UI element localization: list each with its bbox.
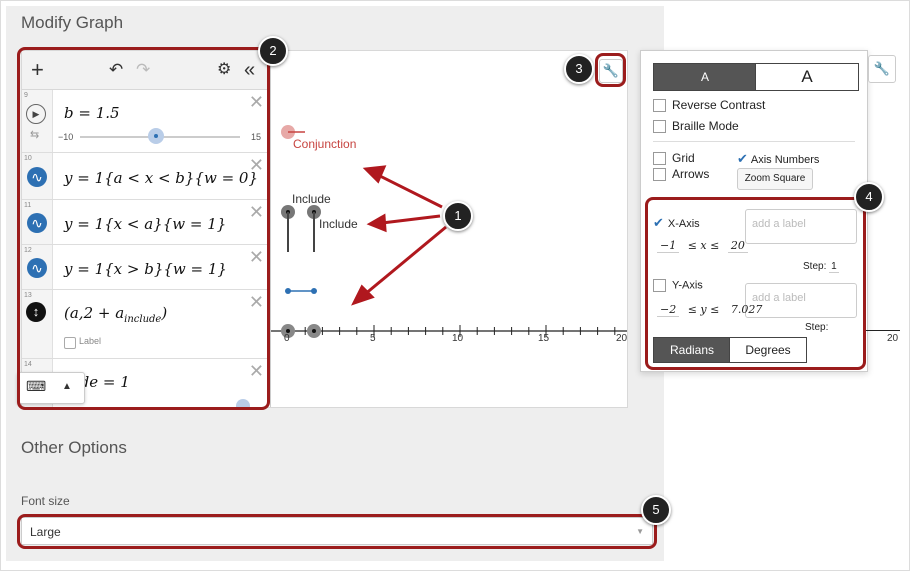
badge-1: 1 (443, 201, 473, 231)
annotation-box-wrench (595, 53, 626, 87)
badge-2: 2 (258, 36, 288, 66)
font-size-label: Font size (21, 494, 70, 508)
annotation-box-font-size (17, 514, 657, 549)
badge-5: 5 (641, 495, 671, 525)
x-tick-label-5: 5 (370, 333, 376, 344)
badge-4: 4 (854, 182, 884, 212)
axis-numbers-option[interactable]: ✔ Axis Numbers (737, 151, 819, 167)
reverse-contrast-checkbox[interactable] (653, 99, 666, 113)
x-tick-label-15: 15 (538, 333, 550, 344)
zoom-square-button[interactable]: Zoom Square (737, 168, 813, 190)
other-options-title: Other Options (21, 438, 127, 457)
arrows-checkbox[interactable] (653, 168, 666, 182)
annotation-box-expressions (17, 47, 270, 410)
grid-option[interactable]: Grid (653, 151, 695, 166)
badge-3: 3 (564, 54, 594, 84)
braille-mode-option[interactable]: Braille Mode (653, 119, 739, 134)
arrows-option[interactable]: Arrows (653, 167, 709, 182)
include-label-2: Include (319, 217, 358, 231)
x-tick-label-0: 0 (284, 333, 290, 344)
checkmark-icon[interactable]: ✔ (737, 151, 748, 166)
font-size-small-button[interactable]: A (653, 63, 757, 91)
x-tick-label-10: 10 (452, 333, 464, 344)
include-label-1: Include (292, 192, 331, 206)
x-tick-label-right: 20 (887, 333, 899, 344)
reverse-contrast-option[interactable]: Reverse Contrast (653, 98, 765, 113)
conjunction-label: Conjunction (293, 137, 357, 151)
annotation-box-axis-settings (645, 197, 866, 370)
font-size-large-button[interactable]: A (755, 63, 859, 91)
grid-checkbox[interactable] (653, 152, 666, 166)
x-tick-label-20: 20 (616, 333, 628, 344)
settings-wrench-icon[interactable]: 🔧 (868, 55, 896, 83)
braille-mode-checkbox[interactable] (653, 120, 666, 134)
page-title: Modify Graph (21, 13, 124, 32)
